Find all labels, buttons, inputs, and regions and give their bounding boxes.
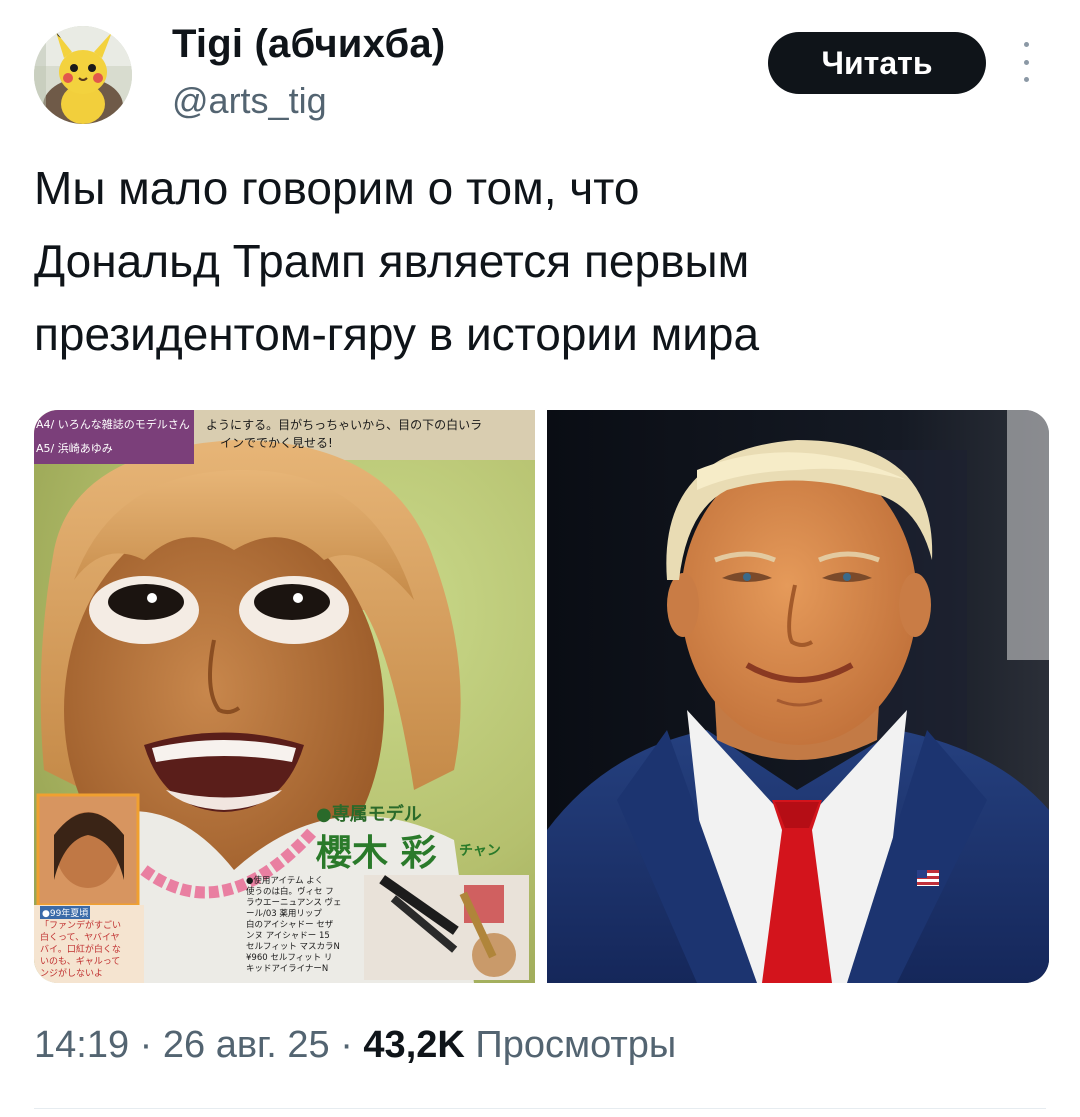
tweet-date[interactable]: 26 авг. 25 bbox=[163, 1024, 330, 1066]
tweet-media[interactable]: A4/ いろんな雑誌のモデルさん A5/ 浜崎あゆみ ようにする。目がちっちゃい… bbox=[34, 410, 1049, 983]
items-line: 使うのは白。ヴィセ フ bbox=[246, 887, 334, 897]
tweet-text: Мы мало говорим о том, что Дональд Трамп… bbox=[34, 152, 1044, 371]
items-line: キッドアイライナーN bbox=[246, 964, 329, 974]
magazine-headline-1: ようにする。目がちっちゃいから、目の下の白いラ bbox=[206, 418, 483, 432]
views-count: 43,2K bbox=[363, 1024, 465, 1066]
dot bbox=[1023, 59, 1029, 65]
caption-line: バイ。口紅が白くな bbox=[40, 945, 121, 955]
magazine-headline-2: インででかく見せる! bbox=[220, 436, 333, 450]
items-line: ンヌ アイシャドー 15 bbox=[246, 931, 330, 941]
author-handle[interactable]: @arts_tig bbox=[172, 80, 327, 122]
author-avatar[interactable] bbox=[34, 26, 132, 124]
caption-line: 白くって、ヤバイヤ bbox=[40, 933, 120, 943]
magazine-tag-a4: A4/ いろんな雑誌のモデルさん bbox=[36, 418, 190, 431]
items-line: ●使用アイテム よく bbox=[246, 876, 324, 886]
follow-button[interactable]: Читать bbox=[768, 32, 986, 94]
tweet-meta: 14:19 · 26 авг. 25 · 43,2K Просмотры bbox=[34, 1024, 676, 1067]
items-line: 白のアイシャドー セザ bbox=[246, 920, 334, 930]
divider bbox=[34, 1108, 1046, 1109]
dot bbox=[1023, 77, 1029, 82]
tweet-text-line: президентом-гяру в истории мира bbox=[34, 308, 760, 360]
meta-separator: · bbox=[139, 1024, 153, 1066]
items-line: セルフィット マスカラN bbox=[246, 942, 340, 952]
magazine-tag-a5: A5/ 浜崎あゆみ bbox=[36, 442, 113, 455]
tweet-text-line: Мы мало говорим о том, что bbox=[34, 162, 640, 214]
caption-line: ンジがしないよ bbox=[40, 969, 103, 979]
model-label: ●専属モデル bbox=[316, 804, 422, 825]
model-name-suffix: チャン bbox=[459, 843, 501, 859]
tweet-header: Tigi (абчихба) @arts_tig Читать bbox=[0, 0, 1080, 140]
pikachu-plush-avatar-icon bbox=[34, 26, 132, 124]
caption-line: 「ファンデがすごい bbox=[40, 921, 122, 931]
more-options-icon[interactable] bbox=[1014, 42, 1038, 82]
items-line: ラウエーニュアンス ヴェ bbox=[246, 898, 342, 908]
items-line: ¥960 セルフィット リ bbox=[246, 953, 333, 963]
meta-separator: · bbox=[340, 1024, 353, 1066]
model-name: 櫻木 彩 bbox=[316, 833, 437, 874]
magazine-photo[interactable]: A4/ いろんな雑誌のモデルさん A5/ 浜崎あゆみ ようにする。目がちっちゃい… bbox=[34, 410, 535, 983]
views-label[interactable]: Просмотры bbox=[475, 1024, 676, 1066]
items-list: ●使用アイテム よく 使うのは白。ヴィセ フ ラウエーニュアンス ヴェ ール/0… bbox=[246, 876, 342, 975]
suit-portrait-image bbox=[547, 410, 1049, 983]
portrait-photo[interactable] bbox=[547, 410, 1049, 983]
dot bbox=[1023, 42, 1029, 47]
tweet-text-line: Дональд Трамп является первым bbox=[34, 235, 750, 287]
caption-line: いのも、ギャルって bbox=[40, 957, 121, 967]
year-label: ●99年夏頃 bbox=[40, 906, 91, 919]
author-display-name[interactable]: Tigi (абчихба) bbox=[172, 22, 445, 67]
inset-caption: 「ファンデがすごい 白くって、ヤバイヤ バイ。口紅が白くな いのも、ギャルって … bbox=[40, 920, 121, 980]
tweet-time[interactable]: 14:19 bbox=[34, 1024, 129, 1066]
items-line: ール/03 薬用リップ bbox=[246, 909, 322, 919]
